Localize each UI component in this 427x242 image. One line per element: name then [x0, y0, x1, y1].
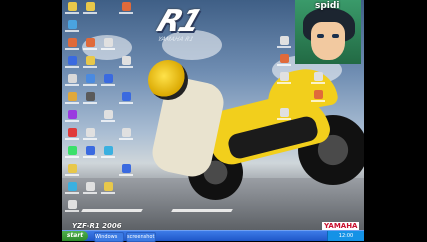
icon-label: [83, 84, 97, 86]
avatar-label: spidi: [315, 1, 340, 11]
icon-label: [311, 100, 325, 102]
motorcycle: [148, 40, 364, 200]
icon-label: [65, 30, 79, 32]
document-icon[interactable]: [104, 110, 113, 119]
document-icon[interactable]: [122, 128, 131, 137]
icon-label: [65, 192, 79, 194]
icon-label: [119, 138, 133, 140]
icon-label: [101, 156, 115, 158]
logo-text: R1: [152, 4, 205, 39]
icon-label: [277, 64, 291, 66]
icon-label: [83, 48, 97, 50]
computer-icon[interactable]: [68, 20, 77, 29]
recycle-bin-icon[interactable]: [68, 74, 77, 83]
app-icon[interactable]: [280, 54, 289, 63]
icon-label: [83, 138, 97, 140]
folder-icon[interactable]: [68, 164, 77, 173]
icon-label: [65, 84, 79, 86]
folder-icon[interactable]: [68, 92, 77, 101]
icon-label: [101, 48, 115, 50]
rider-helmet: [148, 60, 188, 100]
avatar-eye: [332, 34, 339, 38]
app-icon[interactable]: [104, 74, 113, 83]
document-icon[interactable]: [280, 36, 289, 45]
document-icon[interactable]: [104, 38, 113, 47]
folder-icon[interactable]: [86, 2, 95, 11]
icon-label: [65, 102, 79, 104]
icon-label: [101, 84, 115, 86]
icon-label: [119, 66, 133, 68]
avatar-eye: [317, 34, 324, 38]
document-icon[interactable]: [280, 72, 289, 81]
document-icon[interactable]: [280, 108, 289, 117]
icon-label: [65, 210, 79, 212]
app-icon[interactable]: [68, 128, 77, 137]
folder-icon[interactable]: [86, 56, 95, 65]
app-icon[interactable]: [86, 38, 95, 47]
icon-label: [65, 120, 79, 122]
folder-icon[interactable]: [68, 2, 77, 11]
icon-label: [65, 12, 79, 14]
app-icon[interactable]: [86, 74, 95, 83]
icon-label: [65, 66, 79, 68]
icon-label: [101, 120, 115, 122]
icon-label: [119, 102, 133, 104]
model-text: YZF-R1 2006: [72, 222, 122, 230]
app-icon[interactable]: [68, 110, 77, 119]
app-icon[interactable]: [86, 146, 95, 155]
folder-icon[interactable]: [104, 182, 113, 191]
app-icon[interactable]: [104, 146, 113, 155]
document-icon[interactable]: [68, 200, 77, 209]
avatar-face: [311, 22, 345, 60]
app-icon[interactable]: [86, 92, 95, 101]
app-icon[interactable]: [122, 92, 131, 101]
icon-label: [119, 12, 133, 14]
icon-label: [277, 82, 291, 84]
internet-icon[interactable]: [68, 56, 77, 65]
app-icon[interactable]: [122, 164, 131, 173]
icon-label: [65, 174, 79, 176]
document-icon[interactable]: [314, 72, 323, 81]
icon-label: [277, 118, 291, 120]
document-icon[interactable]: [86, 128, 95, 137]
app-icon[interactable]: [68, 182, 77, 191]
app-icon[interactable]: [314, 90, 323, 99]
taskbar-button[interactable]: Windows: [94, 232, 124, 242]
taskbar: start Windows screenshot 12:00: [62, 230, 364, 242]
icon-label: [83, 102, 97, 104]
icon-label: [277, 46, 291, 48]
app-icon[interactable]: [122, 2, 131, 11]
brand-logo: YAMAHA: [322, 222, 360, 230]
document-icon[interactable]: [86, 182, 95, 191]
icon-label: [83, 192, 97, 194]
icon-label: [65, 48, 79, 50]
icon-label: [83, 12, 97, 14]
icon-label: [101, 192, 115, 194]
icon-label: [311, 82, 325, 84]
avatar-image: spidi: [295, 0, 361, 64]
icon-label: [83, 156, 97, 158]
document-icon[interactable]: [122, 56, 131, 65]
icon-label: [83, 66, 97, 68]
road-marking: [171, 209, 233, 212]
road-marking: [81, 209, 143, 212]
r1-logo: R1 YAMAHA R1: [152, 4, 244, 43]
taskbar-button[interactable]: screenshot: [126, 232, 156, 242]
bike-tank: [263, 64, 339, 116]
icon-label: [65, 138, 79, 140]
icon-label: [119, 174, 133, 176]
icon-label: [65, 156, 79, 158]
app-icon[interactable]: [68, 146, 77, 155]
app-icon[interactable]: [68, 38, 77, 47]
